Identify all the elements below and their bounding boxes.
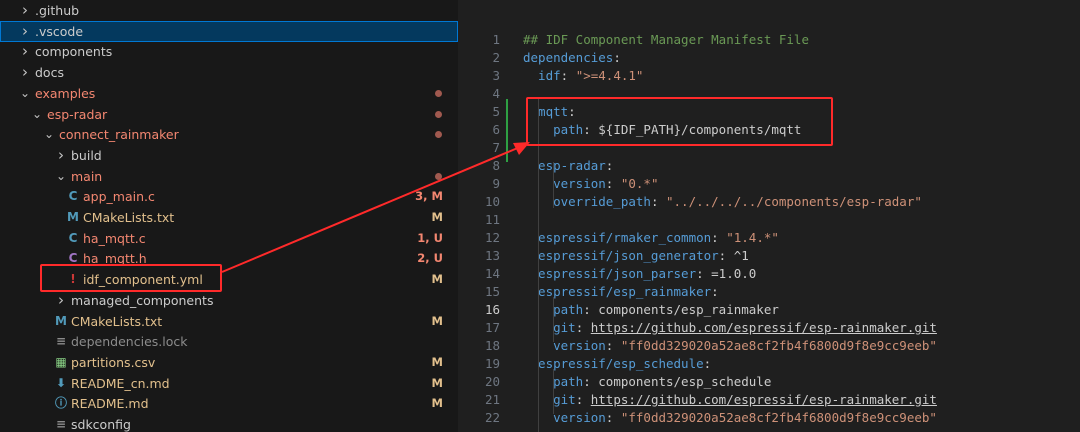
arrow-annotation: [221, 142, 530, 273]
